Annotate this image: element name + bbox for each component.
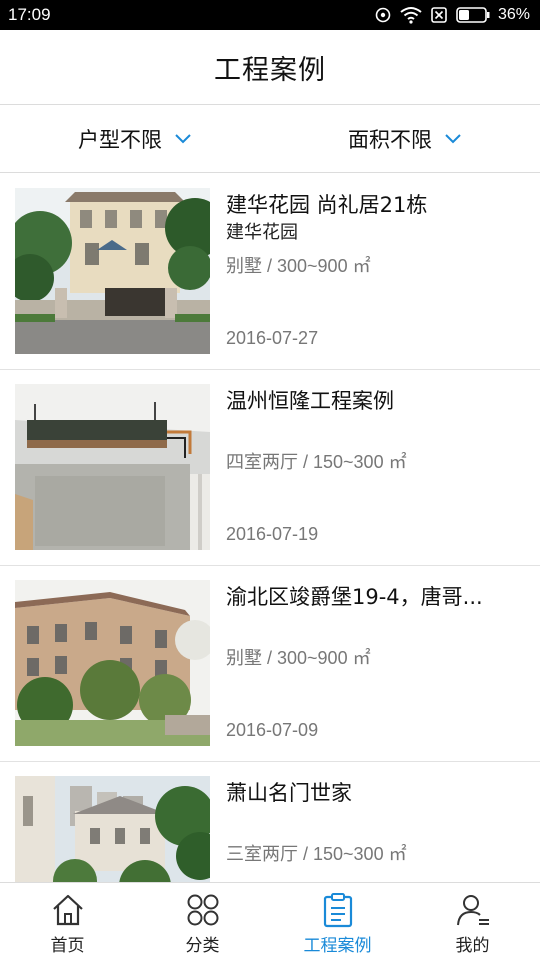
- nav-home-label: 首页: [50, 936, 85, 956]
- profile-icon: [455, 892, 491, 928]
- chevron-down-icon: [444, 133, 462, 145]
- status-bar: 17:09 36%: [0, 0, 540, 30]
- nav-cases-label: 工程案例: [303, 936, 372, 956]
- bottom-nav: 首页 分类 工程案例 我的: [0, 882, 540, 960]
- filter-area-label: 面积不限: [348, 127, 432, 152]
- case-thumbnail: [15, 384, 210, 550]
- no-sim-icon: [430, 6, 448, 24]
- status-icons: 36%: [374, 6, 530, 24]
- battery-icon: [456, 7, 490, 23]
- title-bar: 工程案例: [0, 30, 540, 105]
- nav-cases[interactable]: 工程案例: [270, 883, 405, 960]
- nav-home[interactable]: 首页: [0, 883, 135, 960]
- case-list-item[interactable]: 萧山名门世家 三室两厅 / 150~300 ㎡: [0, 762, 540, 882]
- case-thumbnail: [15, 188, 210, 354]
- case-list[interactable]: 建华花园 尚礼居21栋 建华花园 别墅 / 300~900 ㎡ 2016-07-…: [0, 174, 540, 882]
- case-info: 萧山名门世家 三室两厅 / 150~300 ㎡: [226, 776, 526, 882]
- case-title: 萧山名门世家: [226, 781, 352, 805]
- case-list-item[interactable]: 建华花园 尚礼居21栋 建华花园 别墅 / 300~900 ㎡ 2016-07-…: [0, 174, 540, 370]
- nav-category-label: 分类: [185, 936, 220, 956]
- case-list-item[interactable]: 渝北区竣爵堡19-4，唐哥... 别墅 / 300~900 ㎡ 2016-07-…: [0, 566, 540, 762]
- case-subtitle: 建华花园: [226, 222, 298, 243]
- case-spec: 别墅 / 300~900 ㎡: [226, 256, 371, 276]
- filter-layout-label: 户型不限: [78, 127, 162, 152]
- wifi-icon: [400, 6, 422, 24]
- case-title: 建华花园 尚礼居21栋: [226, 193, 428, 217]
- filter-bar: 户型不限 面积不限: [0, 105, 540, 173]
- nav-profile-label: 我的: [455, 936, 490, 956]
- clipboard-icon: [320, 892, 356, 928]
- case-date: 2016-07-19: [226, 524, 319, 544]
- case-date: 2016-07-09: [226, 720, 319, 740]
- nav-category[interactable]: 分类: [135, 883, 270, 960]
- category-icon: [185, 892, 221, 928]
- case-title: 温州恒隆工程案例: [226, 389, 394, 413]
- home-icon: [50, 892, 86, 928]
- filter-layout-dropdown[interactable]: 户型不限: [0, 105, 270, 172]
- case-spec: 别墅 / 300~900 ㎡: [226, 648, 371, 668]
- chevron-down-icon: [174, 133, 192, 145]
- case-spec: 三室两厅 / 150~300 ㎡: [226, 844, 407, 864]
- case-thumbnail: [15, 580, 210, 746]
- filter-area-dropdown[interactable]: 面积不限: [270, 105, 540, 172]
- status-time: 17:09: [8, 5, 51, 24]
- case-list-item[interactable]: 温州恒隆工程案例 四室两厅 / 150~300 ㎡ 2016-07-19: [0, 370, 540, 566]
- case-title: 渝北区竣爵堡19-4，唐哥...: [226, 585, 483, 609]
- case-info: 建华花园 尚礼居21栋 建华花园 别墅 / 300~900 ㎡ 2016-07-…: [226, 188, 526, 354]
- battery-percent: 36%: [497, 6, 530, 23]
- nav-profile[interactable]: 我的: [405, 883, 540, 960]
- case-date: 2016-07-27: [226, 328, 319, 348]
- case-info: 渝北区竣爵堡19-4，唐哥... 别墅 / 300~900 ㎡ 2016-07-…: [226, 580, 526, 746]
- alarm-icon: [374, 6, 392, 24]
- page-title: 工程案例: [214, 54, 326, 86]
- case-info: 温州恒隆工程案例 四室两厅 / 150~300 ㎡ 2016-07-19: [226, 384, 526, 550]
- case-thumbnail: [15, 776, 210, 882]
- case-spec: 四室两厅 / 150~300 ㎡: [226, 452, 407, 472]
